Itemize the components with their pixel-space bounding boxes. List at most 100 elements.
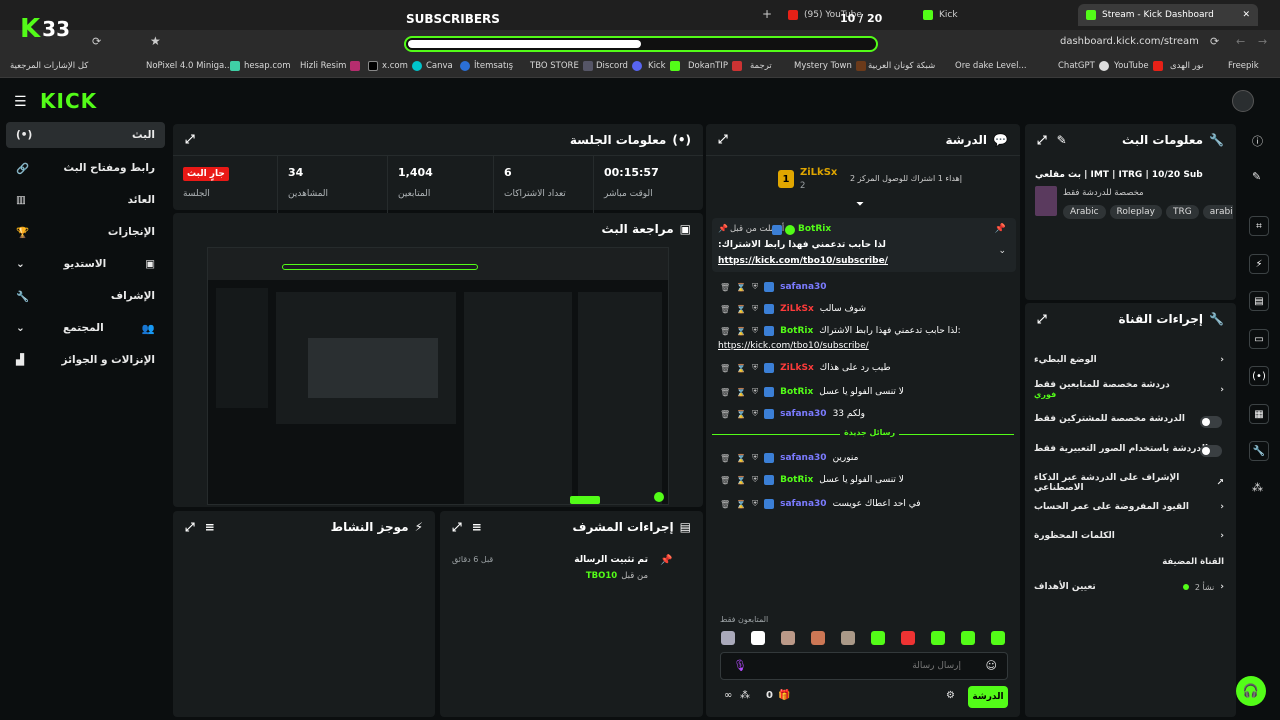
subscribers-only-toggle[interactable] (1200, 416, 1222, 428)
trash-icon[interactable]: 🗑 (720, 454, 730, 463)
bookmark-itemsatis[interactable]: İtemsatış (460, 61, 513, 71)
pin-icon[interactable]: 📌 (995, 224, 1006, 234)
pencil-icon[interactable]: ✎ (1252, 170, 1261, 183)
ban-icon[interactable]: ⛨ (752, 499, 758, 509)
chat-username[interactable]: safana30 (780, 453, 826, 463)
sidebar-item-moderation[interactable]: 🔧 الإشراف (6, 283, 165, 309)
ban-icon[interactable]: ⛨ (752, 282, 758, 292)
info-icon[interactable]: ⓘ (1252, 133, 1263, 149)
ban-icon[interactable]: ⛨ (752, 387, 758, 397)
bookmark-tbo-store[interactable]: TBO STORE (530, 61, 593, 71)
trash-icon[interactable]: 🗑 (720, 364, 730, 373)
bookmark-conan[interactable]: شبكة كونان العربية (868, 61, 935, 71)
emote-icon[interactable] (991, 631, 1005, 645)
support-button[interactable]: 🎧 (1236, 676, 1266, 706)
emote-icon[interactable] (931, 631, 945, 645)
chat-username[interactable]: ZiLkSx (780, 363, 814, 373)
rail-broadcast-button[interactable]: (•) (1249, 366, 1269, 386)
ban-icon[interactable]: ⛨ (752, 326, 758, 336)
bookmark-freepik[interactable]: Freepik (1228, 61, 1259, 71)
bookmark-noor[interactable]: نور الهدى (1170, 61, 1204, 71)
microphone-icon[interactable]: 🎙 (733, 659, 747, 672)
timeout-icon[interactable]: ⌛ (736, 364, 746, 373)
rail-crop-button[interactable]: ⌗ (1249, 216, 1269, 236)
emote-only-toggle[interactable] (1200, 445, 1222, 457)
top-gifter-name[interactable]: ZiLkSx (800, 167, 837, 178)
timeout-icon[interactable]: ⌛ (736, 327, 746, 336)
kick-logo[interactable]: KICK (40, 89, 97, 113)
send-chat-button[interactable]: الدرشة (968, 686, 1008, 708)
bookmark-chatgpt[interactable]: ChatGPT (1058, 61, 1109, 71)
trash-icon[interactable]: 🗑 (720, 388, 730, 397)
bookmark-hesap[interactable]: hesap.com (230, 61, 291, 71)
shapes-icon[interactable]: ⁂ (1252, 481, 1263, 494)
pinned-link[interactable]: https://kick.com/tbo10/subscribe/ (718, 256, 888, 266)
emote-icon[interactable] (811, 631, 825, 645)
bookmark-dokantip[interactable]: DokanTIP (688, 61, 742, 71)
timeout-icon[interactable]: ⌛ (736, 305, 746, 314)
chevron-down-icon[interactable]: ⌄ (998, 246, 1006, 256)
slow-mode-row[interactable]: الوضع البطيء › (1034, 355, 1224, 365)
sidebar-item-revenue[interactable]: ▥ العائد (6, 187, 165, 213)
banned-words-row[interactable]: الكلمات المحظورة › (1034, 531, 1224, 541)
tab-kick[interactable]: Kick (915, 4, 966, 26)
trash-icon[interactable]: 🗑 (720, 305, 730, 314)
trash-icon[interactable]: 🗑 (720, 283, 730, 292)
star-icon[interactable]: ★ (150, 34, 161, 48)
rail-bolt-button[interactable]: ⚡ (1249, 254, 1269, 274)
timeout-icon[interactable]: ⌛ (736, 476, 746, 485)
sidebar-item-drops[interactable]: ▟ الإنزالات و الجوائز (6, 347, 165, 373)
emote-icon[interactable] (781, 631, 795, 645)
reload-icon[interactable]: ⟳ (92, 35, 101, 48)
menu-icon[interactable]: ☰ (14, 94, 27, 110)
chat-link[interactable]: https://kick.com/tbo10/subscribe/ (718, 341, 869, 351)
emote-icon[interactable] (841, 631, 855, 645)
ban-icon[interactable]: ⛨ (752, 409, 758, 419)
chat-username[interactable]: safana30 (780, 499, 826, 509)
bookmark-youtube[interactable]: YouTube (1114, 61, 1163, 71)
chat-input[interactable]: 🎙 إرسال رسالة ☺ (720, 652, 1008, 680)
bookmark-nopixel[interactable]: NoPixel 4.0 Miniga... (146, 61, 232, 71)
trash-icon[interactable]: 🗑 (720, 327, 730, 336)
bookmark-hizli[interactable]: Hizli Resim (300, 61, 361, 71)
expand-icon[interactable]: ⤢ (185, 520, 195, 535)
expand-icon[interactable]: ⤢ (452, 520, 462, 535)
followers-only-row[interactable]: دردشة مخصصة للمتابعين فقط فوري › (1034, 380, 1224, 399)
sidebar-item-stream[interactable]: (•) البث (6, 122, 165, 148)
chat-username[interactable]: ZiLkSx (780, 304, 814, 314)
filter-icon[interactable]: ≡ (205, 520, 215, 535)
rail-chat-button[interactable]: ▭ (1249, 329, 1269, 349)
expand-icon[interactable]: ⤢ (1037, 133, 1047, 148)
timeout-icon[interactable]: ⌛ (736, 454, 746, 463)
forward-icon[interactable]: → (1258, 35, 1267, 48)
emoji-icon[interactable]: ☺ (986, 659, 997, 672)
ban-icon[interactable]: ⛨ (752, 304, 758, 314)
gear-icon[interactable]: ⚙ (946, 690, 955, 701)
collapse-icon[interactable]: ⏷ (856, 199, 864, 210)
rail-document-button[interactable]: ▤ (1249, 291, 1269, 311)
chat-username[interactable]: safana30 (780, 409, 826, 419)
ban-icon[interactable]: ⛨ (752, 453, 758, 463)
bookmark-translate[interactable]: ترجمة (750, 61, 772, 71)
emote-icon[interactable] (961, 631, 975, 645)
chat-username[interactable]: BotRix (780, 387, 813, 397)
rail-layout-button[interactable]: ▦ (1249, 404, 1269, 424)
chat-username[interactable]: safana30 (780, 282, 826, 292)
timeout-icon[interactable]: ⌛ (736, 283, 746, 292)
expand-icon[interactable]: ⤢ (1037, 312, 1047, 327)
expand-icon[interactable]: ⤢ (185, 132, 195, 147)
bookmark-mystery[interactable]: Mystery Town (794, 61, 866, 71)
pencil-icon[interactable]: ✎ (1057, 133, 1067, 148)
rail-wrench-button[interactable]: 🔧 (1249, 441, 1269, 461)
timeout-icon[interactable]: ⌛ (736, 500, 746, 509)
bookmark-kick[interactable]: Kick (648, 61, 680, 71)
set-goals-row[interactable]: تعيين الأهداف نشأ 2 › (1034, 582, 1224, 592)
bookmark-canva[interactable]: Canva (412, 61, 453, 71)
bookmark-discord[interactable]: Discord (596, 61, 642, 71)
account-age-row[interactable]: القيود المفروضة على عمر الحساب › (1034, 502, 1224, 512)
filter-icon[interactable]: ≡ (472, 520, 482, 535)
tab-kick-dashboard[interactable]: Stream - Kick Dashboard ✕ (1078, 4, 1258, 26)
infinity-icon[interactable]: ∞ (724, 690, 732, 701)
emote-icon[interactable] (721, 631, 735, 645)
ai-moderation-row[interactable]: الإشراف على الدردشة عبر الذكاء الاصطناعي… (1034, 473, 1224, 493)
